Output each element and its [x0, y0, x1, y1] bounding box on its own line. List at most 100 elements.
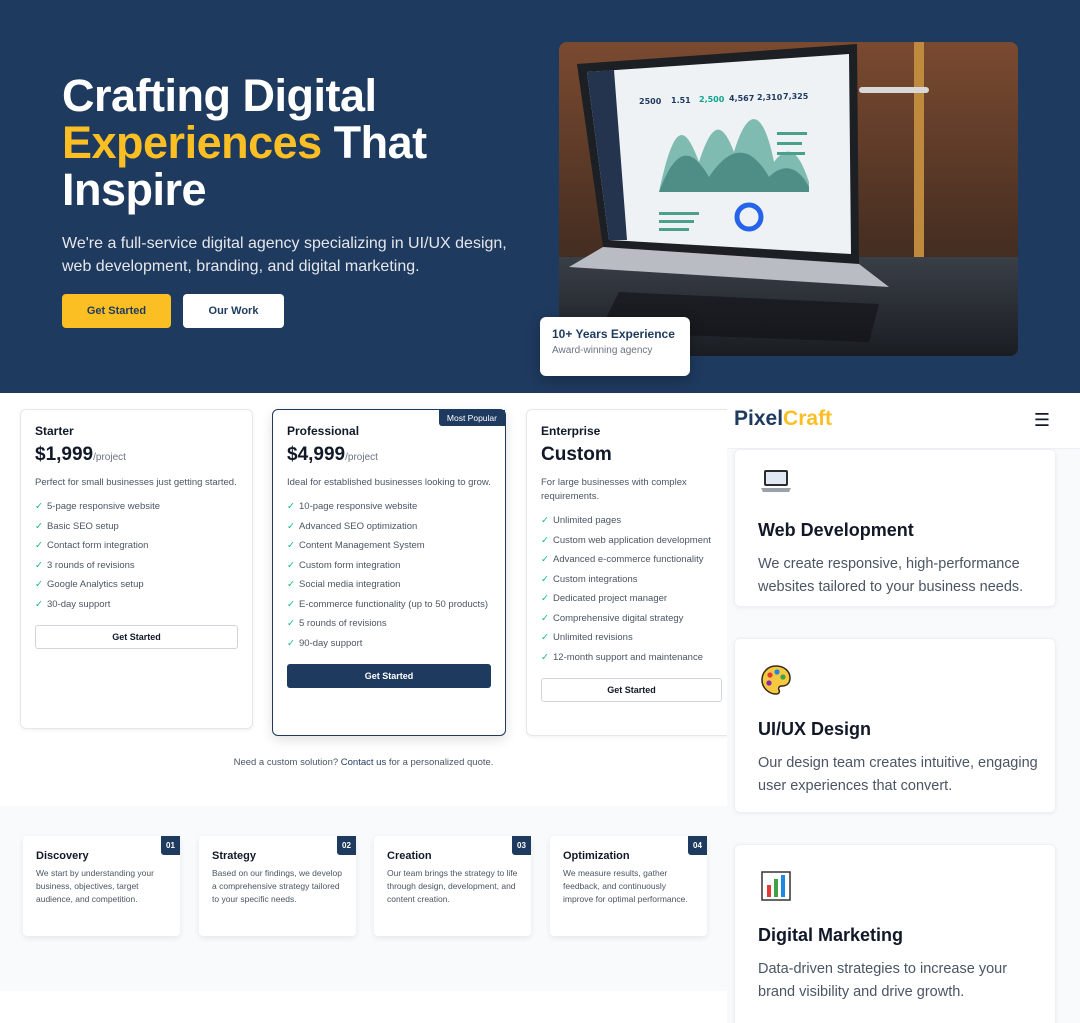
stat-4: 4,567 [729, 94, 754, 103]
check-icon: ✓ [35, 598, 43, 610]
check-icon: ✓ [541, 593, 549, 604]
check-icon: ✓ [35, 520, 43, 532]
plan-feature-item: ✓ 12-month support and maintenance [541, 651, 722, 664]
plan-feature-text: Unlimited revisions [553, 632, 633, 643]
plan-price-period: /project [93, 452, 126, 463]
plan-feature-text: 3 rounds of revisions [47, 559, 135, 571]
service-description: Data-driven strategies to increase your … [758, 961, 1008, 1000]
service-title: UI/UX Design [758, 719, 872, 739]
plan-feature-text: Comprehensive digital strategy [553, 612, 684, 624]
check-icon: ✓ [541, 515, 549, 526]
plan-feature-text: Custom form integration [299, 559, 401, 571]
plan-name: Professional [287, 424, 360, 438]
bar-chart-icon [759, 869, 793, 903]
plan-features: ✓ Unlimited pages ✓ Custom web application … [541, 514, 722, 664]
stat-2: 1.51 [671, 96, 691, 105]
step-number-badge: 04 [688, 836, 707, 855]
service-card: Web Development We create responsive, hig… [734, 449, 1056, 607]
hero-laptop-image: 2500 1.51 2,500 4,567 2,310 7,325 [559, 42, 1018, 356]
plan-feature-item: ✓ Custom integrations [541, 573, 722, 586]
check-icon: ✓ [541, 534, 549, 546]
plan-feature-item: ✓ Basic SEO setup [35, 520, 238, 533]
service-title: Web Development [758, 520, 914, 540]
plan-feature-text: 12-month support and maintenance [553, 651, 703, 663]
plan-description: Perfect for small businesses just gettin… [35, 477, 237, 488]
check-icon: ✓ [287, 540, 295, 551]
pricing-card-enterprise: Enterprise Custom For large businesses wit… [526, 409, 736, 736]
hero-title-line1: Crafting Digital [62, 70, 377, 121]
laptop-illustration: 2500 1.51 2,500 4,567 2,310 7,325 [559, 42, 1018, 356]
our-work-button[interactable]: Our Work [183, 294, 284, 328]
check-icon: ✓ [287, 579, 295, 590]
plan-feature-item: ✓ Custom form integration [287, 559, 491, 572]
plan-feature-text: 5 rounds of revisions [299, 618, 387, 629]
plan-feature-item: ✓ 3 rounds of revisions [35, 559, 238, 572]
step-description: We start by understanding your business,… [36, 868, 154, 904]
pricing-section: Starter $1,999/project Perfect for small b… [0, 393, 736, 806]
laptop-icon [759, 464, 793, 498]
note-text-after: for a personalized quote. [386, 757, 494, 768]
plan-feature-item: ✓ Comprehensive digital strategy [541, 612, 722, 625]
most-popular-badge: Most Popular [438, 410, 505, 426]
hero-subtitle: We're a full-service digital agency spec… [62, 235, 507, 275]
step-number-badge: 01 [161, 836, 180, 855]
stat-1: 2500 [639, 97, 662, 106]
pricing-card-starter: Starter $1,999/project Perfect for small b… [20, 409, 253, 729]
check-icon: ✓ [35, 540, 43, 551]
step-title: Creation [387, 850, 432, 862]
plan-feature-text: 30-day support [47, 598, 111, 610]
plan-feature-item: ✓ Advanced SEO optimization [287, 520, 491, 533]
note-text-before: Need a custom solution? [233, 757, 341, 768]
experience-badge-subtitle: Award-winning agency [552, 345, 653, 356]
plan-feature-text: 10-page responsive website [299, 501, 418, 512]
plan-price: $4,999/project [287, 444, 491, 466]
plan-feature-item: ✓ Dedicated project manager [541, 592, 722, 605]
step-title: Strategy [212, 850, 257, 862]
step-description: We measure results, gather feedback, and… [563, 868, 688, 904]
plan-feature-item: ✓ Unlimited revisions [541, 631, 722, 644]
logo-main: Pixel [734, 407, 784, 430]
plan-feature-item: ✓ 30-day support [35, 598, 238, 611]
plan-get-started-button[interactable]: Get Started [35, 624, 238, 649]
custom-solution-note: Need a custom solution? Contact us for a… [0, 757, 727, 768]
step-description: Based on our findings, we develop a comp… [212, 868, 342, 904]
plan-feature-item: ✓ Advanced e-commerce functionality [541, 553, 722, 566]
plan-feature-text: Advanced e-commerce functionality [553, 554, 704, 565]
check-icon: ✓ [35, 501, 43, 512]
hero-title: Crafting Digital Experiences That Inspir… [62, 72, 532, 213]
process-step-card: 02 Strategy Based on our findings, we deve… [199, 836, 356, 936]
mobile-preview: PixelCraft ☰ Web Development We create re… [727, 393, 1080, 1023]
check-icon: ✓ [541, 632, 549, 643]
plan-get-started-button[interactable]: Get Started [541, 677, 722, 702]
hero-title-line2: That [321, 117, 428, 168]
check-icon: ✓ [287, 637, 295, 649]
plan-feature-text: Custom web application development [553, 534, 711, 546]
pricing-card-professional: Most Popular Professional $4,999/project Id… [272, 409, 506, 736]
plan-get-started-button[interactable]: Get Started [287, 663, 491, 688]
menu-icon[interactable]: ☰ [1034, 410, 1050, 431]
service-description: We create responsive, high-performance w… [758, 556, 1024, 595]
get-started-button[interactable]: Get Started [62, 294, 171, 328]
plan-feature-item: ✓ Custom web application development [541, 534, 722, 547]
plan-feature-text: Google Analytics setup [47, 579, 144, 590]
pixelcraft-logo[interactable]: PixelCraft [734, 407, 832, 431]
check-icon: ✓ [541, 554, 549, 565]
experience-badge: 10+ Years Experience Award-winning agenc… [540, 317, 690, 376]
check-icon: ✓ [287, 618, 295, 629]
plan-price-period: /project [345, 452, 378, 463]
plan-feature-item: ✓ 90-day support [287, 637, 491, 650]
plan-name: Starter [35, 424, 74, 438]
step-title: Discovery [36, 850, 89, 862]
check-icon: ✓ [541, 651, 549, 663]
plan-price: Custom [541, 444, 722, 466]
plan-price-amount: $4,999 [287, 444, 346, 465]
service-card: Digital Marketing Data-driven strategies … [734, 844, 1056, 1023]
plan-name: Enterprise [541, 424, 601, 438]
contact-us-link[interactable]: Contact us [341, 757, 386, 768]
step-number-badge: 02 [337, 836, 356, 855]
step-number-badge: 03 [512, 836, 531, 855]
plan-feature-item: ✓ 10-page responsive website [287, 500, 491, 513]
step-title: Optimization [563, 850, 630, 862]
service-card: UI/UX Design Our design team creates intu… [734, 638, 1056, 813]
check-icon: ✓ [287, 559, 295, 571]
